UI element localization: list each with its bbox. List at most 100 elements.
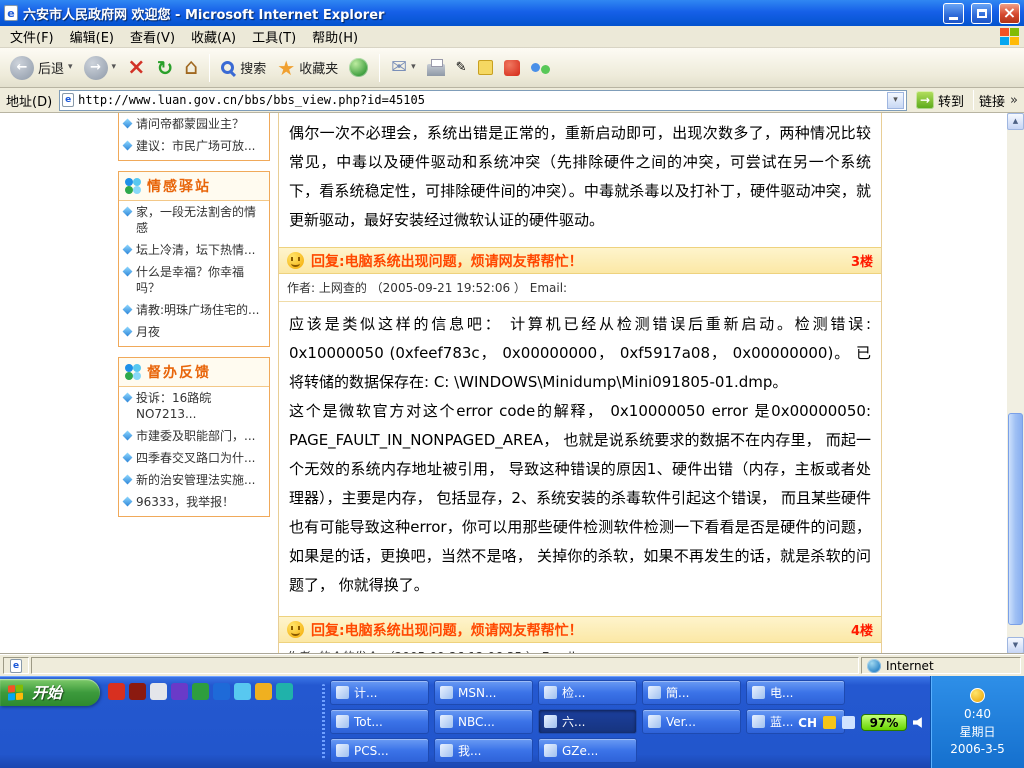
menu-view[interactable]: 查看(V) xyxy=(122,25,183,48)
scroll-down-button[interactable] xyxy=(1007,637,1024,654)
sidebar-box-feedback: 督办反馈 投诉：16路皖NO7213... 市建委及职能部门，... 四季春交叉… xyxy=(118,357,270,517)
sidebar-link[interactable]: 请教:明珠广场住宅的... xyxy=(119,299,269,321)
sidebar-link[interactable]: 家，一段无法割舍的情感 xyxy=(119,201,269,239)
sidebar-box-emotion: 情感驿站 家，一段无法割舍的情感 坛上冷清，坛下热情... 什么是幸福？你幸福吗… xyxy=(118,171,270,347)
tray-icon[interactable] xyxy=(842,716,855,729)
forward-button[interactable] xyxy=(80,53,121,83)
close-button[interactable] xyxy=(999,3,1020,24)
sidebar-link[interactable]: 什么是幸福？你幸福吗？ xyxy=(119,261,269,299)
minimize-button[interactable] xyxy=(943,3,964,24)
back-dropdown-icon[interactable] xyxy=(68,63,73,72)
task-label: MSN... xyxy=(458,686,496,700)
menu-favorites[interactable]: 收藏(A) xyxy=(183,25,244,48)
discuss-icon xyxy=(478,60,493,75)
sidebar-link[interactable]: 月夜 xyxy=(119,321,269,343)
quick-launch-icon[interactable] xyxy=(213,683,230,700)
messenger-button[interactable] xyxy=(527,57,554,78)
mail-button[interactable] xyxy=(387,55,419,80)
start-button[interactable]: 开始 xyxy=(0,679,100,706)
mail-dropdown-icon[interactable] xyxy=(411,63,416,72)
quick-launch-icon[interactable] xyxy=(129,683,146,700)
discuss-button[interactable] xyxy=(474,57,497,78)
task-button[interactable]: Ver... xyxy=(642,709,741,734)
sidebar-link-label: 什么是幸福？你幸福吗？ xyxy=(136,264,264,296)
task-button[interactable]: 我... xyxy=(434,738,533,763)
menu-tools[interactable]: 工具(T) xyxy=(244,25,304,48)
menu-help[interactable]: 帮助(H) xyxy=(304,25,366,48)
ie-window-icon xyxy=(4,5,18,21)
refresh-icon xyxy=(157,58,174,78)
quick-launch-icon[interactable] xyxy=(234,683,251,700)
clock-panel[interactable]: 0:40 星期日 2006-3-5 xyxy=(930,676,1024,768)
sidebar-link-label: 四季春交叉路口为什... xyxy=(136,450,255,466)
vertical-scrollbar[interactable] xyxy=(1007,113,1024,654)
address-dropdown-button[interactable] xyxy=(887,92,904,109)
menu-edit[interactable]: 编辑(E) xyxy=(62,25,122,48)
sidebar-link[interactable]: 96333，我举报！ xyxy=(119,491,269,513)
back-button[interactable]: 后退 xyxy=(6,53,77,83)
taskbar-grip[interactable] xyxy=(322,684,325,760)
sidebar-link[interactable]: 市建委及职能部门，... xyxy=(119,425,269,447)
sidebar-link-label: 市建委及职能部门，... xyxy=(136,428,255,444)
home-button[interactable] xyxy=(180,54,202,82)
forward-dropdown-icon[interactable] xyxy=(112,63,117,72)
task-button[interactable]: 计... xyxy=(330,680,429,705)
sidebar-link[interactable]: 建议：市民广场可放... xyxy=(119,135,269,157)
favorites-button[interactable]: 收藏夹 xyxy=(273,55,342,81)
back-label: 后退 xyxy=(38,58,64,77)
task-button[interactable]: MSN... xyxy=(434,680,533,705)
maximize-button[interactable] xyxy=(971,3,992,24)
quick-launch-icon[interactable] xyxy=(276,683,293,700)
status-icon-panel xyxy=(3,657,29,674)
address-input[interactable]: http://www.luan.gov.cn/bbs/bbs_view.php?… xyxy=(59,90,907,111)
task-button[interactable]: GZe... xyxy=(538,738,637,763)
stop-button[interactable] xyxy=(123,54,149,82)
address-url[interactable]: http://www.luan.gov.cn/bbs/bbs_view.php?… xyxy=(78,93,883,107)
task-button-active[interactable]: 六... xyxy=(538,709,637,734)
sidebar-link[interactable]: 新的治安管理法实施... xyxy=(119,469,269,491)
task-button[interactable]: Tot... xyxy=(330,709,429,734)
battery-indicator[interactable]: 97% xyxy=(861,714,907,731)
pinwheel-icon xyxy=(125,364,141,380)
windows-flag-icon xyxy=(8,684,25,701)
section-header: 督办反馈 xyxy=(119,358,269,387)
sidebar-link[interactable]: 投诉：16路皖NO7213... xyxy=(119,387,269,425)
reply-body: 应该是类似这样的信息吧： 计算机已经从检测错误后重新启动。检测错误: 0x100… xyxy=(279,302,881,616)
language-indicator[interactable]: CH xyxy=(798,716,817,730)
task-button[interactable]: NBC... xyxy=(434,709,533,734)
task-button[interactable]: 检... xyxy=(538,680,637,705)
reply-header: 回复:电脑系统出现问题，烦请网友帮帮忙！ 4楼 xyxy=(279,616,881,643)
task-button[interactable]: PCS... xyxy=(330,738,429,763)
task-button[interactable]: 簡... xyxy=(642,680,741,705)
quick-launch-icon[interactable] xyxy=(171,683,188,700)
quick-launch-icon[interactable] xyxy=(255,683,272,700)
sidebar-link[interactable]: 四季春交叉路口为什... xyxy=(119,447,269,469)
history-button[interactable] xyxy=(345,55,372,80)
scrollbar-thumb[interactable] xyxy=(1008,413,1023,625)
search-button[interactable]: 搜索 xyxy=(217,55,270,80)
messenger-qq-button[interactable] xyxy=(500,57,524,79)
go-button[interactable]: 转到 xyxy=(912,90,968,111)
sidebar-link[interactable]: 请问帝都蒙园业主？ xyxy=(119,113,269,135)
refresh-button[interactable] xyxy=(153,55,178,81)
edit-button[interactable] xyxy=(452,58,471,77)
tray-icon[interactable] xyxy=(823,716,836,729)
quick-launch-icon[interactable] xyxy=(150,683,167,700)
status-zone-label: Internet xyxy=(886,659,934,673)
quick-launch-icon[interactable] xyxy=(192,683,209,700)
quick-launch-icon[interactable] xyxy=(108,683,125,700)
task-button[interactable]: 电... xyxy=(746,680,845,705)
menu-file[interactable]: 文件(F) xyxy=(2,25,62,48)
sidebar-link-label: 新的治安管理法实施... xyxy=(136,472,255,488)
sidebar-link[interactable]: 坛上冷清，坛下热情... xyxy=(119,239,269,261)
links-label[interactable]: 链接 xyxy=(979,91,1005,110)
links-chevron-icon[interactable]: » xyxy=(1010,93,1020,108)
print-button[interactable] xyxy=(423,56,449,79)
windows-logo-icon xyxy=(1000,28,1020,46)
sidebar-link-label: 建议：市民广场可放... xyxy=(136,138,255,154)
task-icon xyxy=(544,744,557,757)
volume-icon[interactable] xyxy=(913,717,926,729)
forward-icon xyxy=(84,56,108,80)
scroll-up-button[interactable] xyxy=(1007,113,1024,130)
messenger-people-icon xyxy=(531,60,550,75)
